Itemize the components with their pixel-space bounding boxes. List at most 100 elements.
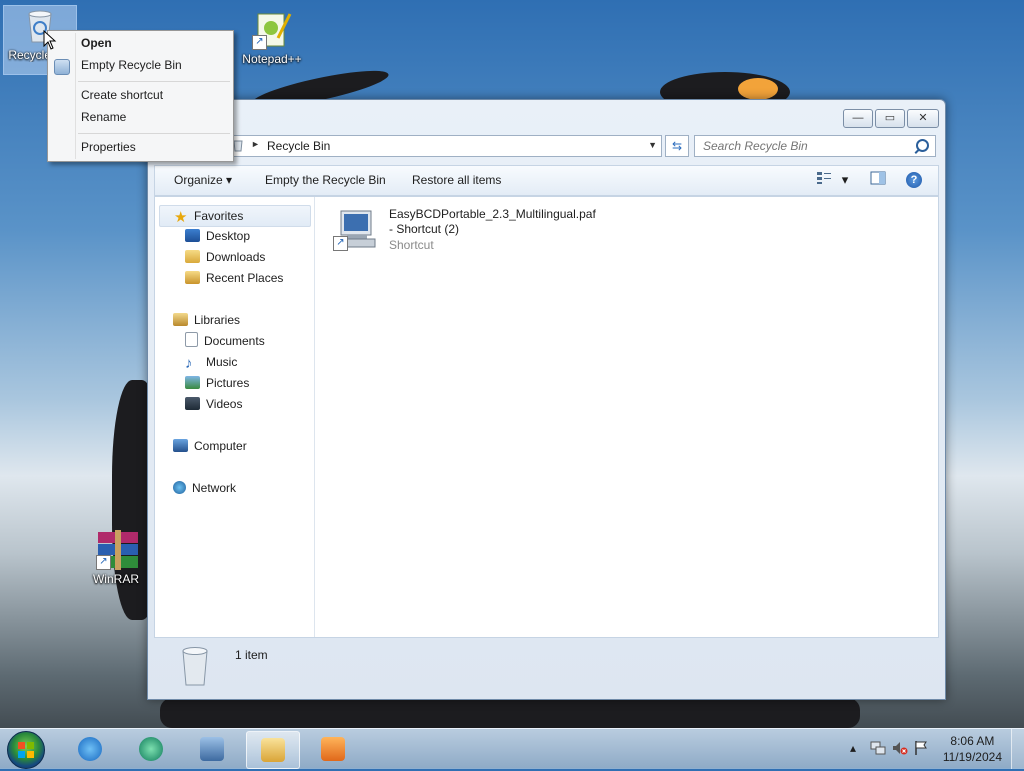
- nav-item-label: Documents: [204, 334, 265, 348]
- nav-item-label: Desktop: [206, 229, 251, 243]
- minimize-button[interactable]: —: [843, 109, 873, 128]
- maximize-button[interactable]: ▭: [875, 109, 905, 128]
- change-view-icon[interactable]: [815, 171, 833, 188]
- context-menu-rename[interactable]: Rename: [81, 109, 126, 125]
- clock-time: 8:06 AM: [950, 734, 995, 748]
- videos-film-icon: [185, 397, 200, 410]
- internet-explorer-icon: [78, 737, 102, 761]
- star-icon: ★: [174, 209, 188, 226]
- winrar-icon: ↗: [96, 530, 138, 570]
- documents-icon: [185, 332, 198, 347]
- nav-item-computer[interactable]: Computer: [173, 436, 247, 456]
- clock[interactable]: 8:06 AM 11/19/2024: [943, 733, 1002, 765]
- context-menu-properties[interactable]: Properties: [81, 139, 136, 155]
- nav-item-label: Music: [206, 355, 238, 369]
- content-area: ★ Favorites Desktop Downloads Recent Plac…: [154, 196, 939, 638]
- explorer-window-recycle-bin[interactable]: — ▭ ✕ ► Recycle Bin ▼ ⇆ Organize ▾ Empty…: [147, 99, 946, 700]
- easybcd-shortcut-icon: ↗: [333, 207, 377, 251]
- desktop-icon-label: WinRAR: [92, 572, 139, 586]
- context-menu-empty-recycle-bin[interactable]: Empty Recycle Bin: [81, 57, 182, 73]
- background-penguin-patch: [738, 78, 778, 100]
- taskbar-windows-explorer[interactable]: [246, 731, 300, 769]
- volume-muted-icon[interactable]: [892, 740, 908, 759]
- file-name: EasyBCDPortable_2.3_Multilingual.paf - S…: [389, 207, 596, 236]
- nav-item-network[interactable]: Network: [173, 478, 236, 498]
- command-bar: Organize ▾ Empty the Recycle Bin Restore…: [154, 165, 939, 196]
- recent-places-icon: [185, 271, 200, 284]
- media-center-icon: [139, 737, 163, 761]
- computer-icon: [173, 439, 188, 452]
- nav-item-desktop[interactable]: Desktop: [185, 226, 250, 246]
- nav-item-label: Computer: [194, 439, 247, 453]
- search-box[interactable]: [694, 135, 936, 157]
- recycle-bin-large-icon: [182, 647, 208, 686]
- search-icon[interactable]: [916, 139, 929, 152]
- notepad-plus-plus-icon: ↗: [252, 10, 292, 50]
- nav-item-videos[interactable]: Videos: [185, 394, 242, 414]
- nav-item-label: Pictures: [206, 376, 250, 390]
- nav-item-label: Network: [192, 481, 237, 495]
- nav-item-downloads[interactable]: Downloads: [185, 247, 265, 267]
- mouse-cursor-icon: [43, 30, 57, 50]
- context-menu-open[interactable]: Open: [81, 35, 112, 51]
- context-menu: Open Empty Recycle Bin Create shortcut R…: [47, 30, 234, 162]
- organize-button[interactable]: Organize ▾: [174, 173, 232, 187]
- show-desktop-button[interactable]: [1011, 729, 1024, 769]
- preview-pane-icon[interactable]: [869, 171, 887, 188]
- file-item[interactable]: ↗ EasyBCDPortable_2.3_Multilingual.paf -…: [333, 207, 596, 267]
- file-type: Shortcut: [389, 238, 434, 252]
- desktop-icon: [185, 229, 200, 242]
- taskbar: ▴ 8:06 AM 11/19/2024: [0, 728, 1024, 769]
- nav-item-label: Videos: [206, 397, 243, 411]
- network-status-icon[interactable]: [870, 740, 886, 759]
- refresh-button[interactable]: ⇆: [665, 135, 689, 157]
- taskbar-internet-explorer[interactable]: [64, 731, 116, 767]
- show-hidden-icons-chevron-icon[interactable]: ▴: [850, 741, 856, 755]
- taskbar-media-center[interactable]: [125, 731, 177, 767]
- nav-item-pictures[interactable]: Pictures: [185, 373, 249, 393]
- empty-recycle-bin-icon: [54, 59, 70, 75]
- nav-item-documents[interactable]: Documents: [185, 331, 265, 351]
- desktop-icon-winrar[interactable]: ↗ WinRAR: [80, 530, 152, 594]
- breadcrumb-location[interactable]: Recycle Bin: [267, 139, 330, 153]
- context-menu-separator: [78, 81, 230, 82]
- start-button[interactable]: [7, 731, 45, 769]
- background-penguin-feet: [160, 698, 860, 728]
- desktop-icon-notepad-plus-plus[interactable]: ↗ Notepad++: [236, 10, 308, 74]
- nav-item-music[interactable]: ♪ Music: [185, 352, 237, 372]
- nav-item-recent-places[interactable]: Recent Places: [185, 268, 283, 288]
- context-menu-separator: [78, 133, 230, 134]
- empty-recycle-bin-button[interactable]: Empty the Recycle Bin: [265, 173, 386, 187]
- action-center-flag-icon[interactable]: [914, 740, 928, 759]
- libraries-icon: [173, 313, 188, 326]
- shortcut-arrow-icon: ↗: [252, 35, 267, 50]
- item-count: 1 item: [235, 648, 268, 662]
- clock-date: 11/19/2024: [942, 750, 1002, 764]
- shortcut-arrow-icon: ↗: [333, 236, 348, 251]
- address-row: ► Recycle Bin ▼ ⇆: [224, 135, 937, 157]
- nav-item-label: Libraries: [194, 313, 241, 327]
- desktop-icon-label: Notepad++: [242, 52, 302, 66]
- nav-item-libraries[interactable]: Libraries: [173, 310, 240, 330]
- address-bar[interactable]: ► Recycle Bin ▼: [224, 135, 662, 157]
- system-tray: ▴ 8:06 AM 11/19/2024: [844, 729, 1024, 769]
- context-menu-create-shortcut[interactable]: Create shortcut: [81, 87, 163, 103]
- downloads-folder-icon: [185, 250, 200, 263]
- close-button[interactable]: ✕: [907, 109, 939, 128]
- help-icon[interactable]: ?: [906, 172, 922, 188]
- breadcrumb-separator-icon[interactable]: ►: [251, 139, 260, 149]
- view-options-dropdown-icon[interactable]: ▾: [836, 171, 854, 188]
- nav-item-label: Favorites: [194, 209, 244, 223]
- details-pane: 1 item: [154, 640, 939, 692]
- network-computer-icon: [200, 737, 224, 761]
- media-player-icon: [321, 737, 345, 761]
- taskbar-media-player[interactable]: [307, 731, 359, 767]
- search-input[interactable]: [701, 136, 905, 156]
- shortcut-arrow-icon: ↗: [96, 555, 111, 570]
- taskbar-network-app[interactable]: [186, 731, 238, 767]
- navigation-pane: ★ Favorites Desktop Downloads Recent Plac…: [155, 197, 315, 637]
- address-dropdown-icon[interactable]: ▼: [648, 140, 657, 150]
- nav-item-favorites[interactable]: ★ Favorites: [159, 205, 311, 227]
- pictures-icon: [185, 376, 200, 389]
- restore-all-items-button[interactable]: Restore all items: [412, 173, 501, 187]
